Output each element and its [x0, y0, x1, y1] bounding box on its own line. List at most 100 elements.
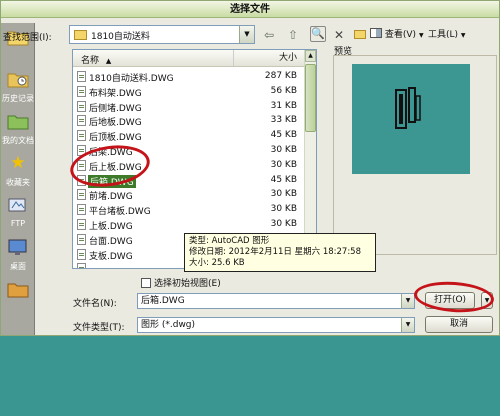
folder-icon — [74, 30, 87, 40]
desktop-icon — [7, 237, 29, 257]
file-name: 后侧堵.DWG — [89, 103, 142, 114]
documents-icon — [7, 111, 29, 131]
file-type-label: 文件类型(T): — [73, 323, 125, 333]
places-item-history[interactable]: 历史记录 — [1, 67, 35, 109]
search-web-icon[interactable]: 🔍 — [310, 26, 326, 42]
delete-icon[interactable]: ✕ — [331, 26, 347, 44]
file-size: 30 KB — [270, 204, 297, 215]
places-item-favorites[interactable]: ★ 收藏夹 — [1, 151, 35, 193]
places-item-label: 历史记录 — [2, 94, 34, 103]
up-one-level-icon[interactable]: ⇧ — [285, 26, 301, 44]
file-name: 前堵.DWG — [89, 192, 133, 203]
open-button[interactable]: 打开(O) — [425, 292, 475, 309]
file-row[interactable]: 后顶板.DWG 45 KB — [73, 128, 305, 143]
scrollbar-thumb[interactable] — [305, 64, 316, 132]
chevron-down-icon[interactable]: ▼ — [239, 26, 254, 43]
tooltip-type: 类型: AutoCAD 图形 — [189, 236, 270, 246]
look-in-dropdown[interactable]: 1810自动送料 ▼ — [69, 25, 255, 44]
sort-ascending-icon: ▲ — [105, 57, 112, 65]
dwg-file-icon — [77, 159, 86, 171]
column-name-label: 名称 — [81, 56, 100, 66]
places-item-label: 我的文档 — [2, 136, 34, 145]
places-item-desktop[interactable]: 桌面 — [1, 235, 35, 277]
drawing-thumbnail-image — [395, 87, 421, 129]
views-icon — [370, 28, 382, 38]
new-folder-icon[interactable] — [353, 26, 367, 44]
file-row[interactable]: 上板.DWG 30 KB — [73, 217, 305, 232]
column-size-header[interactable]: 大小 — [233, 50, 305, 66]
open-options-button[interactable]: ▼ — [481, 292, 493, 309]
tools-menu-button[interactable]: 工具(L) ▼ — [428, 26, 466, 44]
file-row[interactable]: 平台堵板.DWG 30 KB — [73, 202, 305, 217]
file-name-value: 后箱.DWG — [141, 296, 185, 306]
file-row[interactable]: 后箱.DWG 45 KB — [73, 173, 305, 188]
dwg-file-icon — [77, 263, 86, 268]
file-size: 56 KB — [270, 85, 297, 96]
chevron-down-icon: ▼ — [418, 32, 424, 39]
places-item-label: FTP — [10, 219, 26, 228]
file-row[interactable]: 布料架.DWG 56 KB — [73, 84, 305, 99]
chevron-down-icon[interactable]: ▼ — [401, 294, 414, 308]
dwg-file-icon — [77, 100, 86, 112]
back-arrow-icon[interactable]: ⇦ — [261, 26, 277, 44]
preview-thumbnail — [352, 64, 470, 174]
file-name-input[interactable]: 后箱.DWG ▼ — [137, 293, 415, 309]
select-initial-view-checkbox[interactable]: 选择初始视图(E) — [141, 276, 221, 289]
view-menu-button[interactable]: 查看(V) ▼ — [370, 26, 424, 44]
file-row[interactable]: 后侧堵.DWG 31 KB — [73, 99, 305, 114]
places-sidebar: 历史记录 我的文档 ★ 收藏夹 FTP 桌面 — [1, 23, 35, 335]
look-in-label: 查找范围(I): — [3, 33, 52, 43]
file-size: 45 KB — [270, 130, 297, 141]
places-item-my-documents[interactable]: 我的文档 — [1, 109, 35, 151]
favorites-star-icon: ★ — [10, 153, 26, 173]
preview-panel — [333, 55, 497, 255]
scroll-up-icon[interactable]: ▲ — [305, 50, 316, 62]
places-item-buzzsaw[interactable] — [1, 277, 35, 319]
file-type-select[interactable]: 图形 (*.dwg) ▼ — [137, 317, 415, 333]
chevron-down-icon: ▼ — [460, 32, 466, 39]
places-item-ftp[interactable]: FTP — [1, 193, 35, 235]
file-name: 支板.DWG — [89, 251, 133, 262]
dwg-file-icon — [77, 115, 86, 127]
look-in-value: 1810自动送料 — [91, 32, 150, 42]
dwg-file-icon — [77, 189, 86, 201]
file-name: 平台堵板.DWG — [89, 207, 151, 218]
file-row[interactable]: 后上板.DWG 30 KB — [73, 158, 305, 173]
dwg-file-icon — [77, 85, 86, 97]
places-item-label: 桌面 — [10, 262, 26, 271]
file-size: 33 KB — [270, 115, 297, 126]
places-item-label: 收藏夹 — [6, 178, 30, 187]
file-row[interactable]: 1810自动送料.DWG 287 KB — [73, 69, 305, 84]
tooltip-size: 大小: 25.6 KB — [189, 258, 245, 268]
file-size: 45 KB — [270, 174, 297, 185]
dwg-file-icon — [77, 71, 86, 82]
dwg-file-icon — [77, 204, 86, 216]
chevron-down-icon[interactable]: ▼ — [401, 318, 414, 332]
file-row[interactable]: 前堵.DWG 30 KB — [73, 187, 305, 202]
file-size: 30 KB — [270, 189, 297, 200]
file-name: 1810自动送料.DWG — [89, 74, 174, 84]
history-icon — [7, 69, 29, 89]
dwg-file-icon — [77, 130, 86, 142]
file-name: 后顶板.DWG — [89, 133, 142, 144]
file-info-tooltip: 类型: AutoCAD 图形 修改日期: 2012年2月11日 星期六 18:2… — [184, 233, 376, 272]
select-initial-view-label: 选择初始视图(E) — [154, 279, 221, 289]
checkbox-box[interactable] — [141, 278, 151, 288]
view-menu-label: 查看(V) — [384, 30, 417, 40]
file-size: 30 KB — [270, 218, 297, 229]
file-name: 后地板.DWG — [89, 118, 142, 129]
file-row[interactable]: 后地板.DWG 33 KB — [73, 113, 305, 128]
dwg-file-icon — [77, 248, 86, 260]
buzzsaw-icon — [7, 279, 29, 299]
file-row[interactable]: 后梁.DWG 30 KB — [73, 143, 305, 158]
cancel-button[interactable]: 取消 — [425, 316, 493, 333]
file-size: 287 KB — [264, 71, 297, 81]
dwg-file-icon — [77, 233, 86, 245]
file-size: 30 KB — [270, 159, 297, 170]
file-list-header: 名称 ▲ 大小 — [73, 50, 305, 67]
file-name: 后箱.DWG — [88, 174, 136, 188]
file-name: 台面.DWG — [89, 236, 133, 247]
dialog-title: 选择文件 — [1, 1, 499, 18]
file-name-label: 文件名(N): — [73, 299, 117, 309]
column-name-header[interactable]: 名称 ▲ — [81, 53, 111, 66]
